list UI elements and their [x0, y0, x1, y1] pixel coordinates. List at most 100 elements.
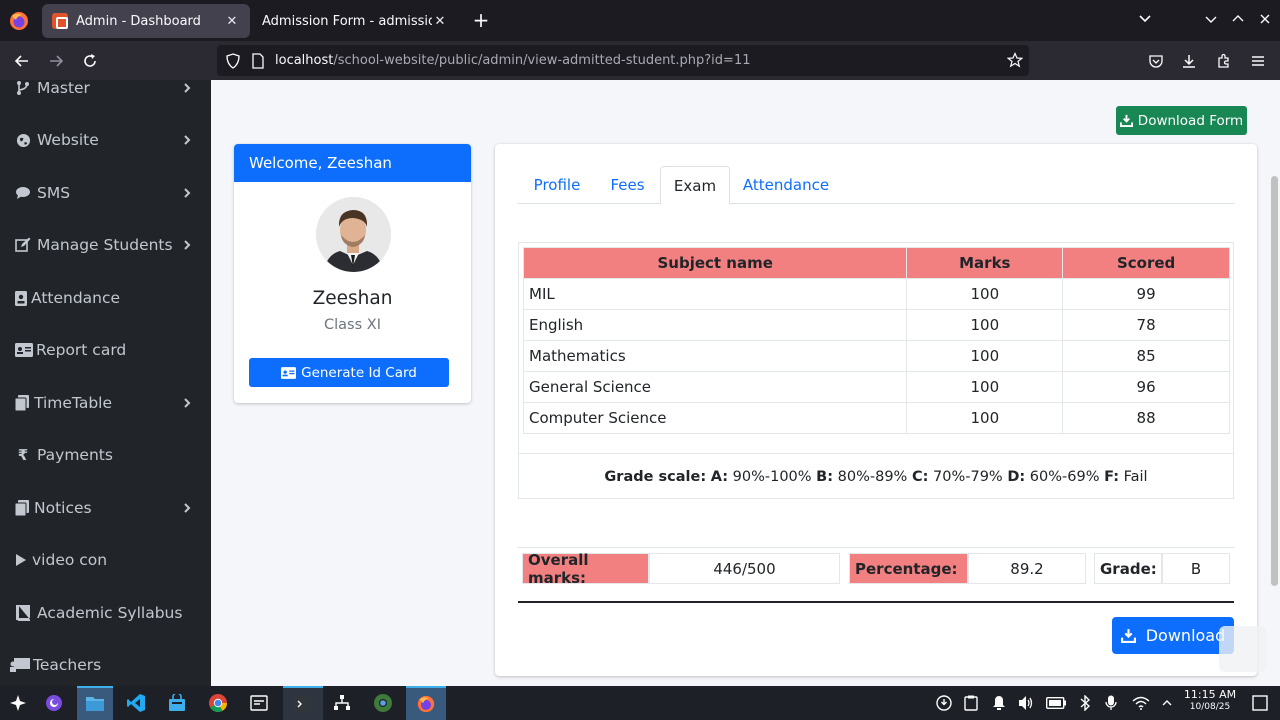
code-branch-icon — [15, 80, 31, 96]
tab-attendance[interactable]: Attendance — [730, 166, 842, 204]
grade-scale-prefix: Grade scale: — [604, 468, 707, 485]
play-icon — [15, 552, 27, 568]
sidebar-item-label: Notices — [34, 499, 92, 517]
student-class: Class XI — [324, 317, 381, 333]
sidebar-item-website[interactable]: Website — [0, 125, 211, 155]
grade-scale: Grade scale: A: 90%-100% B: 80%-89% C: 7… — [519, 453, 1233, 499]
sidebar-item-academic-syllabus[interactable]: Academic Syllabus — [0, 598, 211, 628]
back-icon[interactable] — [10, 49, 34, 73]
generate-id-card-button[interactable]: Generate Id Card — [249, 358, 449, 387]
sidebar-item-timetable[interactable]: TimeTable — [0, 388, 211, 418]
table-header-row: Subject name Marks Scored — [522, 247, 1230, 279]
sidebar-item-teachers[interactable]: Teachers — [0, 650, 211, 680]
tab-fees[interactable]: Fees — [596, 166, 659, 204]
network-app-icon[interactable] — [324, 686, 360, 720]
close-icon[interactable]: ✕ — [432, 13, 448, 29]
tray-expand-icon[interactable] — [1159, 695, 1175, 711]
chevron-right-icon — [184, 503, 191, 513]
sidebar-item-payments[interactable]: ₹ Payments — [0, 440, 211, 470]
monitor-app-icon[interactable] — [241, 686, 277, 720]
hamburger-menu-icon[interactable] — [1246, 49, 1270, 73]
sidebar-item-video-con[interactable]: video con — [0, 545, 211, 575]
notifications-icon[interactable] — [991, 695, 1007, 711]
chevron-right-icon — [184, 398, 191, 408]
grade-label: Grade: — [1094, 553, 1162, 584]
sidebar-item-sms[interactable]: SMS — [0, 178, 211, 208]
marks-cell: 100 — [906, 309, 1064, 341]
student-profile-card: Welcome, Zeeshan Zeeshan Class XI Genera… — [234, 144, 471, 403]
grade-value: B — [1162, 553, 1230, 584]
new-tab-icon[interactable]: + — [470, 10, 492, 32]
file-manager-app-icon[interactable] — [77, 686, 113, 720]
sidebar-item-label: Academic Syllabus — [37, 604, 183, 622]
overall-marks-value: 446/500 — [649, 553, 840, 584]
download-form-button[interactable]: Download Form — [1116, 106, 1247, 135]
subject-cell: Mathematics — [522, 340, 908, 372]
app-launcher-icon[interactable] — [0, 686, 36, 720]
list-tabs-icon[interactable] — [1138, 11, 1152, 30]
battery-icon[interactable] — [1046, 695, 1066, 711]
reload-icon[interactable] — [78, 49, 102, 73]
sidebar-item-master[interactable]: Master — [0, 80, 211, 103]
comment-icon — [15, 185, 31, 201]
chevron-right-icon — [184, 83, 191, 93]
id-card-icon — [15, 342, 33, 358]
book-icon — [15, 605, 31, 621]
table-row: English 100 78 — [522, 309, 1230, 341]
tab-admin-dashboard[interactable]: Admin - Dashboard ✕ — [42, 4, 250, 38]
sidebar-item-manage-students[interactable]: Manage Students — [0, 230, 211, 260]
grade-letter: D: — [1007, 468, 1026, 485]
minimize-icon[interactable] — [1204, 11, 1218, 30]
terminal-app-icon[interactable] — [283, 686, 323, 720]
tab-profile[interactable]: Profile — [518, 166, 596, 204]
shield-icon[interactable] — [225, 52, 241, 69]
address-bar[interactable]: localhost/school-website/public/admin/vi… — [217, 45, 1029, 76]
maximize-icon[interactable] — [1231, 11, 1245, 30]
tab-exam[interactable]: Exam — [660, 166, 730, 205]
bluetooth-icon[interactable] — [1077, 695, 1093, 711]
percentage-label: Percentage: — [849, 553, 968, 584]
url-text: localhost/school-website/public/admin/vi… — [275, 53, 751, 68]
subject-cell: General Science — [522, 371, 908, 403]
download-button[interactable]: Download — [1112, 617, 1234, 654]
chrome-app-icon[interactable] — [200, 686, 236, 720]
forward-icon[interactable] — [44, 49, 68, 73]
site-favicon-icon — [52, 13, 68, 29]
back-to-top-button[interactable] — [1219, 626, 1266, 672]
sidebar-item-label: Teachers — [33, 656, 102, 674]
subject-cell: Computer Science — [522, 402, 908, 434]
downloads-icon[interactable] — [1177, 49, 1201, 73]
pocket-icon[interactable] — [1144, 49, 1168, 73]
page-scrollbar-thumb[interactable] — [1271, 176, 1278, 586]
extensions-icon[interactable] — [1212, 49, 1236, 73]
firefox-menu-icon[interactable] — [8, 10, 30, 32]
chromium-app-icon[interactable] — [365, 686, 401, 720]
system-clock[interactable]: 11:15 AM 10/08/25 — [1182, 689, 1238, 713]
marks-cell: 100 — [906, 371, 1064, 403]
table-row: MIL 100 99 — [522, 278, 1230, 310]
window-close-icon[interactable] — [1258, 11, 1272, 30]
microphone-icon[interactable] — [1103, 695, 1119, 711]
download-form-label: Download Form — [1137, 112, 1244, 129]
marks-cell: 100 — [906, 278, 1064, 310]
clipboard-icon[interactable] — [963, 695, 979, 711]
vscode-app-icon[interactable] — [118, 686, 154, 720]
bookmark-star-icon[interactable] — [1007, 52, 1023, 68]
table-row: General Science 100 96 — [522, 371, 1230, 403]
chevron-right-icon — [184, 135, 191, 145]
show-desktop-icon[interactable] — [1252, 695, 1268, 711]
close-icon[interactable]: ✕ — [224, 13, 240, 29]
page-info-icon[interactable] — [251, 52, 265, 69]
wifi-icon[interactable] — [1132, 695, 1150, 711]
sidebar-item-notices[interactable]: Notices — [0, 493, 211, 523]
volume-icon[interactable] — [1018, 695, 1034, 711]
clock-time: 11:15 AM — [1183, 688, 1237, 701]
update-icon[interactable] — [936, 695, 952, 711]
firefox-app-icon[interactable] — [406, 686, 446, 720]
tab-admission-form[interactable]: Admission Form - admission_f ✕ — [252, 4, 458, 38]
id-badge-icon — [15, 290, 27, 306]
sidebar-item-report-card[interactable]: Report card — [0, 335, 211, 365]
store-app-icon[interactable] — [159, 686, 195, 720]
sidebar-item-attendance[interactable]: Attendance — [0, 283, 211, 313]
browser-app-icon[interactable] — [36, 686, 72, 720]
